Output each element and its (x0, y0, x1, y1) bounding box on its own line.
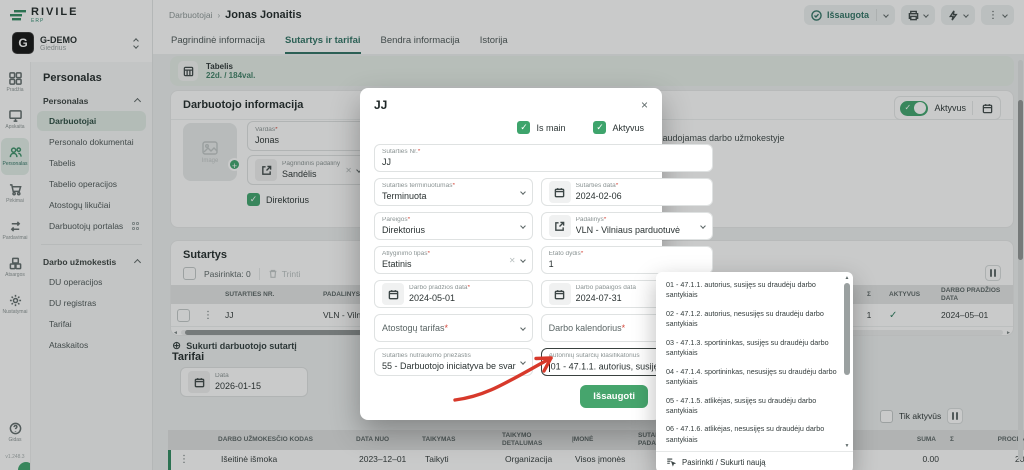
dropdown-option[interactable]: 06 - 47.1.6. atlikėjas, nesusijęs su dra… (656, 420, 841, 449)
etato-dydis-field[interactable]: Etato dydis* 1 (541, 246, 713, 274)
dropdown-option[interactable]: 02 - 47.1.2. autorius, nesusijęs su drau… (656, 305, 841, 334)
chevron-down-icon[interactable] (520, 257, 526, 263)
aktyvus-checkbox-row[interactable]: ✓ Aktyvus (593, 121, 644, 134)
chevron-down-icon[interactable] (520, 223, 526, 229)
select-create-icon (666, 457, 676, 467)
save-button[interactable]: Išsaugoti (580, 385, 648, 408)
padalinys-select[interactable]: Padalinys* VLN - Vilniaus parduotuvė (541, 212, 713, 240)
sutarties-nr-field[interactable]: Sutarties Nr.* JJ (374, 144, 713, 172)
modal-checkboxes: ✓ Is main ✓ Aktyvus (374, 121, 644, 134)
atostogu-tarifas-select[interactable]: Atostogų tarifas* (374, 314, 533, 342)
chevron-down-icon[interactable] (520, 189, 526, 195)
chevron-down-icon[interactable] (700, 223, 706, 229)
calendar-icon[interactable] (549, 283, 571, 305)
calendar-icon[interactable] (382, 283, 404, 305)
modal-title: JJ (374, 98, 387, 112)
scrollbar-thumb[interactable] (844, 283, 850, 375)
dropdown-list: 01 - 47.1.1. autorius, susijęs su draudė… (656, 274, 853, 451)
app-window: RIVILE ERP G G-DEMO Giedrius Pradžia Aps… (0, 0, 1024, 470)
atlyginimo-tipas-select[interactable]: Atlyginimo tipas* Etatinis ✕ (374, 246, 533, 274)
darbo-pradzios-data-field[interactable]: Darbo pradžios data* 2024-05-01 (374, 280, 533, 308)
sutarties-data-field[interactable]: Sutarties data* 2024-02-06 (541, 178, 713, 206)
pareigos-select[interactable]: Pareigos* Direktorius (374, 212, 533, 240)
clear-icon[interactable]: ✕ (509, 256, 516, 265)
select-create-action[interactable]: Pasirinkti / Sukurti naują (656, 451, 853, 470)
annotation-arrow (425, 348, 585, 406)
classifier-dropdown: 01 - 47.1.1. autorius, susijęs su draudė… (656, 272, 853, 470)
close-icon[interactable]: × (641, 98, 648, 112)
checkbox-checked[interactable]: ✓ (517, 121, 530, 134)
dropdown-option[interactable]: 04 - 47.1.4. sportininkas, nesusijęs su … (656, 363, 841, 392)
chevron-down-icon[interactable] (520, 325, 526, 331)
dropdown-option[interactable]: 01 - 47.1.1. autorius, susijęs su draudė… (656, 276, 841, 305)
terminuotumas-select[interactable]: Sutarties terminuotumas* Terminuota (374, 178, 533, 206)
external-link-icon[interactable] (549, 215, 571, 237)
dropdown-scrollbar[interactable]: ▲ ▼ (843, 275, 851, 449)
is-main-checkbox-row[interactable]: ✓ Is main (517, 121, 565, 134)
dropdown-option[interactable]: 03 - 47.1.3. sportininkas, susijęs su dr… (656, 334, 841, 363)
dropdown-option[interactable]: 05 - 47.1.5. atlikėjas, susijęs su draud… (656, 392, 841, 421)
checkbox-checked[interactable]: ✓ (593, 121, 606, 134)
calendar-icon[interactable] (549, 181, 571, 203)
